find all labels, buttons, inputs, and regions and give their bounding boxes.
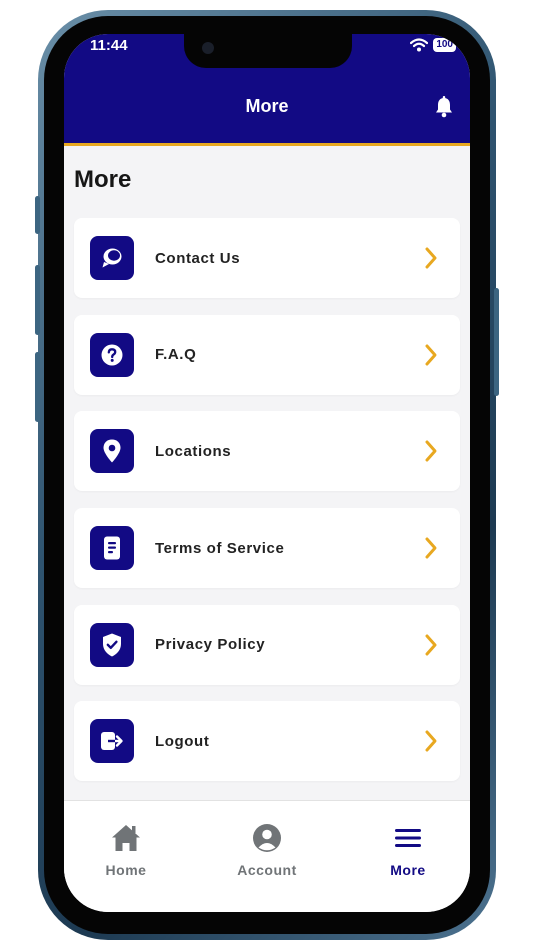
menu-item-label: Locations	[155, 442, 232, 460]
menu-item-contact-us[interactable]: Contact Us	[74, 218, 460, 298]
front-camera	[202, 42, 214, 54]
battery-indicator: 100	[433, 38, 456, 52]
account-icon	[253, 824, 281, 852]
chevron-right-icon	[425, 247, 437, 269]
chevron-right-icon	[425, 730, 437, 752]
page-title: More	[245, 96, 289, 116]
menu-icon	[395, 829, 421, 847]
document-icon	[90, 526, 134, 571]
status-indicators: 100	[410, 38, 456, 52]
home-icon	[112, 825, 140, 851]
menu-item-label: Terms of Service	[155, 539, 285, 557]
bell-icon[interactable]	[434, 96, 454, 118]
section-title: More	[74, 166, 132, 193]
app-header: 11:44 100 More	[64, 34, 470, 146]
tab-label: Home	[105, 862, 147, 878]
menu-item-locations[interactable]: Locations	[74, 411, 460, 492]
tab-label: Account	[237, 862, 297, 878]
tab-home[interactable]: Home	[76, 823, 176, 878]
bottom-tab-bar: Home Account More	[64, 800, 470, 912]
menu-item-terms-of-service[interactable]: Terms of Service	[74, 508, 460, 589]
menu-item-label: Logout	[155, 732, 210, 750]
menu-item-label: F.A.Q	[155, 346, 197, 364]
menu-item-label: Contact Us	[155, 249, 241, 267]
chevron-right-icon	[425, 634, 437, 656]
phone-power-button	[494, 288, 499, 396]
question-icon	[90, 332, 134, 377]
menu-item-label: Privacy Policy	[155, 636, 266, 654]
chevron-right-icon	[425, 537, 437, 559]
menu-item-privacy-policy[interactable]: Privacy Policy	[74, 604, 460, 685]
notch	[184, 34, 352, 68]
logout-icon	[90, 719, 134, 764]
chat-icon	[90, 236, 134, 280]
phone-volume-up	[35, 265, 40, 335]
status-time: 11:44	[90, 37, 128, 54]
chevron-right-icon	[425, 440, 437, 462]
tab-label: More	[390, 862, 426, 878]
phone-volume-down	[35, 352, 40, 422]
shield-check-icon	[90, 622, 134, 667]
app-screen: 11:44 100 More More Contact Us F.A.Q Loc…	[64, 34, 470, 912]
phone-silent-switch	[35, 196, 40, 234]
tab-more[interactable]: More	[358, 823, 458, 878]
wifi-icon	[410, 38, 429, 52]
more-menu-list: Contact Us F.A.Q Locations Terms of Serv…	[74, 218, 460, 798]
menu-item-faq[interactable]: F.A.Q	[74, 314, 460, 395]
menu-item-logout[interactable]: Logout	[74, 701, 460, 782]
tab-account[interactable]: Account	[217, 823, 317, 878]
location-pin-icon	[90, 429, 134, 474]
chevron-right-icon	[425, 344, 437, 366]
